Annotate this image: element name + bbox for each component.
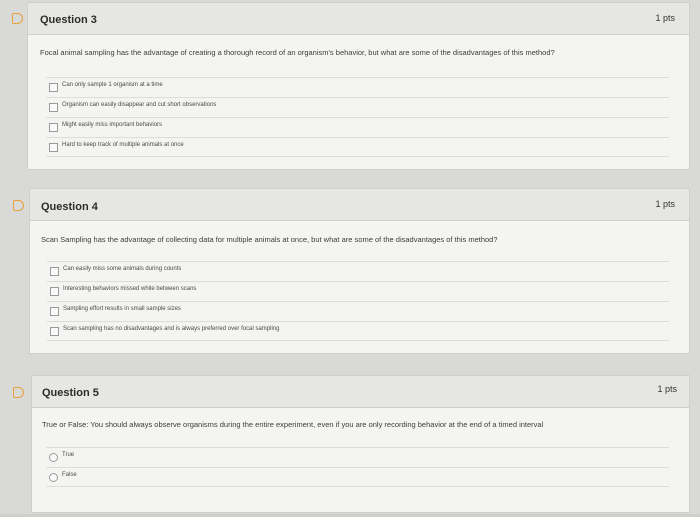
question-card-3: Question 3 1 pts Focal animal sampling h… xyxy=(27,2,690,170)
checkbox[interactable] xyxy=(50,327,59,336)
option-row[interactable]: True xyxy=(46,447,669,466)
checkbox[interactable] xyxy=(50,287,59,296)
option-row[interactable]: False xyxy=(46,467,669,487)
question-title: Question 5 xyxy=(42,387,99,399)
question-card-4: Question 4 1 pts Scan Sampling has the a… xyxy=(29,188,690,354)
option-label: Can only sample 1 organism at a time xyxy=(62,82,163,88)
option-label: Sampling effort results in small sample … xyxy=(63,306,181,312)
question-prompt: Focal animal sampling has the advantage … xyxy=(40,48,555,57)
checkbox[interactable] xyxy=(50,307,59,316)
option-row[interactable]: Hard to keep track of multiple animals a… xyxy=(46,137,669,157)
checkbox[interactable] xyxy=(50,267,59,276)
option-row[interactable]: Can easily miss some animals during coun… xyxy=(47,261,669,280)
option-label: False xyxy=(62,472,77,478)
option-row[interactable]: Can only sample 1 organism at a time xyxy=(46,77,669,96)
option-row[interactable]: Interesting behaviors missed while betwe… xyxy=(47,281,669,300)
option-label: Hard to keep track of multiple animals a… xyxy=(62,142,184,148)
question-header xyxy=(32,376,689,408)
flag-icon[interactable] xyxy=(13,387,24,398)
question-points: 1 pts xyxy=(657,384,677,394)
checkbox[interactable] xyxy=(49,83,58,92)
question-title: Question 3 xyxy=(40,14,97,26)
option-label: Can easily miss some animals during coun… xyxy=(63,266,182,272)
option-row[interactable]: Scan sampling has no disadvantages and i… xyxy=(47,321,669,341)
question-prompt: True or False: You should always observe… xyxy=(42,420,544,429)
radio-button[interactable] xyxy=(49,453,58,462)
option-label: Interesting behaviors missed while betwe… xyxy=(63,286,197,292)
question-title: Question 4 xyxy=(41,201,98,213)
question-header xyxy=(30,189,689,221)
flag-icon[interactable] xyxy=(13,200,24,211)
question-prompt: Scan Sampling has the advantage of colle… xyxy=(41,235,498,244)
flag-icon[interactable] xyxy=(12,13,23,24)
checkbox[interactable] xyxy=(49,123,58,132)
option-row[interactable]: Sampling effort results in small sample … xyxy=(47,301,669,320)
option-label: Organism can easily disappear and cut sh… xyxy=(62,102,217,108)
checkbox[interactable] xyxy=(49,103,58,112)
option-label: Might easily miss important behaviors xyxy=(62,122,163,128)
radio-button[interactable] xyxy=(49,473,58,482)
question-card-5: Question 5 1 pts True or False: You shou… xyxy=(31,375,690,513)
option-label: True xyxy=(62,452,75,458)
option-label: Scan sampling has no disadvantages and i… xyxy=(63,326,280,332)
option-row[interactable]: Organism can easily disappear and cut sh… xyxy=(46,97,669,116)
question-points: 1 pts xyxy=(655,13,675,23)
question-header xyxy=(28,3,689,35)
question-points: 1 pts xyxy=(655,199,675,209)
option-row[interactable]: Might easily miss important behaviors xyxy=(46,117,669,136)
checkbox[interactable] xyxy=(49,143,58,152)
